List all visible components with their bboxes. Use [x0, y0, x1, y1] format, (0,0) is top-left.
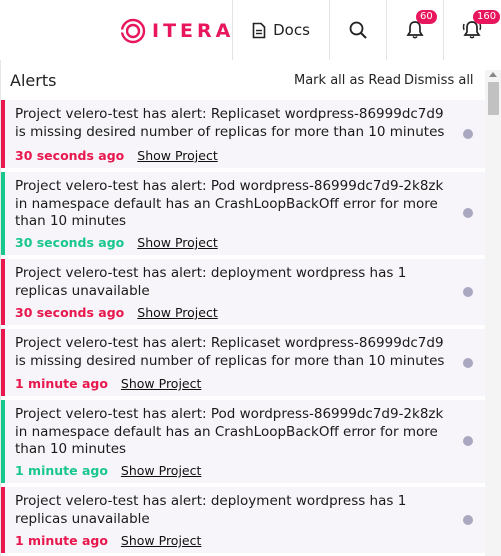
itera-logo-icon — [120, 18, 146, 44]
panel-header: Alerts Mark all as Read Dismiss all — [1, 60, 485, 100]
alert-item[interactable]: Project velero-test has alert: Replicase… — [1, 100, 485, 168]
alert-time: 1 minute ago — [15, 533, 108, 548]
panel-title: Alerts — [10, 71, 57, 90]
alert-item[interactable]: Project velero-test has alert: Pod wordp… — [1, 400, 485, 483]
alert-item[interactable]: Project velero-test has alert: Replicase… — [1, 329, 485, 396]
alert-message: Project velero-test has alert: Pod wordp… — [15, 406, 444, 457]
show-project-link[interactable]: Show Project — [121, 376, 201, 391]
alert-time: 30 seconds ago — [15, 148, 125, 163]
top-bar: ITERA Docs 60 160 — [0, 0, 501, 61]
mark-all-read-button[interactable]: Mark all as Read — [294, 73, 401, 88]
dismiss-all-button[interactable]: Dismiss all — [404, 73, 474, 88]
notifications-button[interactable]: 60 — [387, 0, 443, 60]
search-button[interactable] — [330, 0, 386, 60]
alert-message: Project velero-test has alert: Replicase… — [15, 106, 445, 140]
alert-meta: 30 seconds ago Show Project — [15, 235, 218, 250]
document-icon — [252, 22, 266, 38]
alert-meta: 30 seconds ago Show Project — [15, 148, 218, 163]
show-project-link[interactable]: Show Project — [137, 235, 217, 250]
docs-button[interactable]: Docs — [233, 0, 329, 60]
docs-label: Docs — [273, 21, 310, 39]
unread-dot-icon[interactable] — [463, 129, 473, 139]
alert-meta: 1 minute ago Show Project — [15, 533, 201, 548]
show-project-link[interactable]: Show Project — [121, 463, 201, 478]
search-icon — [349, 21, 367, 39]
scroll-thumb[interactable] — [488, 82, 499, 115]
alert-meta: 1 minute ago Show Project — [15, 463, 201, 478]
alert-meta: 1 minute ago Show Project — [15, 376, 201, 391]
alert-item[interactable]: Project velero-test has alert: deploymen… — [1, 259, 485, 325]
alert-message: Project velero-test has alert: deploymen… — [15, 493, 407, 527]
alert-time: 1 minute ago — [15, 376, 108, 391]
alert-message: Project velero-test has alert: Replicase… — [15, 335, 445, 369]
alert-time: 1 minute ago — [15, 463, 108, 478]
alert-message: Project velero-test has alert: Pod wordp… — [15, 178, 444, 229]
unread-dot-icon[interactable] — [463, 287, 473, 297]
alert-item[interactable]: Project velero-test has alert: Pod wordp… — [1, 172, 485, 255]
alerts-panel: Alerts Mark all as Read Dismiss all Proj… — [0, 60, 501, 556]
show-project-link[interactable]: Show Project — [137, 148, 217, 163]
show-project-link[interactable]: Show Project — [121, 533, 201, 548]
unread-dot-icon[interactable] — [463, 208, 473, 218]
alert-item[interactable]: Project velero-test has alert: deploymen… — [1, 487, 485, 553]
unread-dot-icon[interactable] — [463, 515, 473, 525]
notifications-badge: 60 — [416, 10, 437, 24]
scroll-up-arrow-icon[interactable] — [489, 72, 497, 77]
unread-dot-icon[interactable] — [463, 358, 473, 368]
alert-time: 30 seconds ago — [15, 235, 125, 250]
unread-dot-icon[interactable] — [463, 436, 473, 446]
alert-message: Project velero-test has alert: deploymen… — [15, 265, 407, 299]
alerts-badge: 160 — [473, 10, 501, 24]
alert-time: 30 seconds ago — [15, 305, 125, 320]
alert-meta: 30 seconds ago Show Project — [15, 305, 218, 320]
brand-name: ITERA — [152, 20, 235, 42]
alerts-button[interactable]: 160 — [444, 0, 501, 60]
show-project-link[interactable]: Show Project — [137, 305, 217, 320]
scrollbar[interactable] — [485, 70, 501, 556]
itera-logo[interactable]: ITERA — [120, 16, 234, 46]
